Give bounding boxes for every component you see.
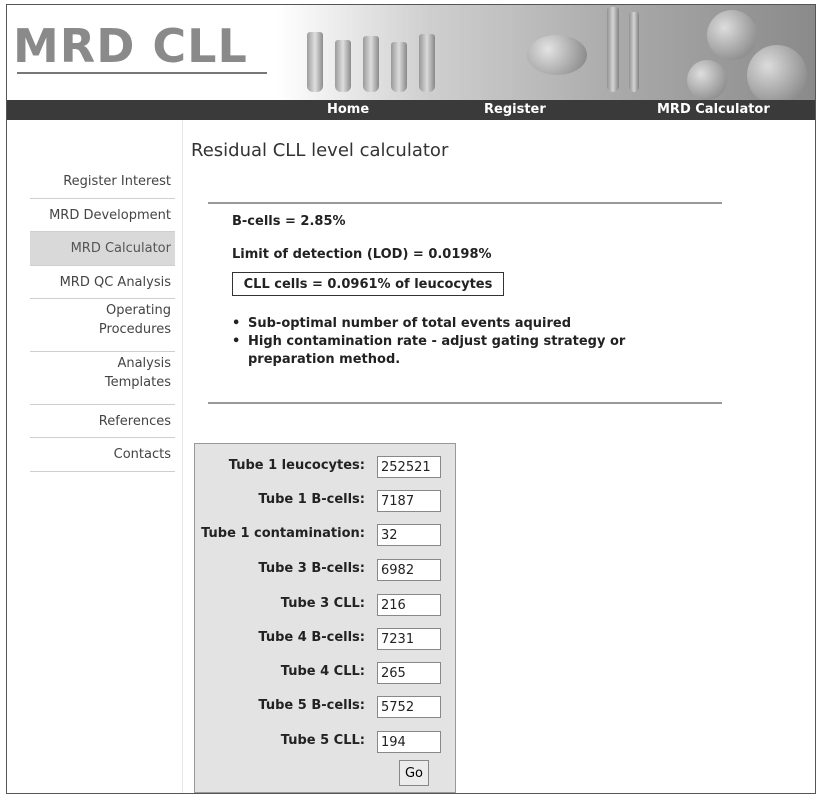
form-row-tube1-contamination: Tube 1 contamination: xyxy=(195,524,457,546)
results-bottom-rule xyxy=(208,402,722,404)
form-row-tube1-bcells: Tube 1 B-cells: xyxy=(195,490,457,512)
sidebar-item-references[interactable]: References xyxy=(30,405,175,438)
sidebar-item-label: Analysis Templates xyxy=(104,356,171,390)
tube5-bcells-input[interactable] xyxy=(377,696,441,718)
field-label: Tube 5 CLL: xyxy=(280,733,365,748)
tube1-leucocytes-input[interactable] xyxy=(377,456,441,478)
tube1-contamination-input[interactable] xyxy=(377,524,441,546)
nav-home[interactable]: Home xyxy=(327,101,369,119)
form-row-tube3-bcells: Tube 3 B-cells: xyxy=(195,559,457,581)
sidebar-item-register-interest[interactable]: Register Interest xyxy=(30,165,175,199)
cll-result-box: CLL cells = 0.0961% of leucocytes xyxy=(232,272,504,296)
lab-photo xyxy=(277,5,815,100)
sidebar-item-mrd-calculator[interactable]: MRD Calculator xyxy=(30,232,175,266)
top-navbar: Home Register MRD Calculator xyxy=(7,100,815,120)
form-row-tube5-cll: Tube 5 CLL: xyxy=(195,731,457,753)
field-label: Tube 3 CLL: xyxy=(280,596,365,611)
page-title: Residual CLL level calculator xyxy=(191,140,449,161)
sidebar-item-mrd-development[interactable]: MRD Development xyxy=(30,199,175,232)
bullet-icon: • xyxy=(232,334,241,349)
header-banner: MRD CLL xyxy=(7,5,815,100)
tube3-cll-input[interactable] xyxy=(377,594,441,616)
warning-item: • High contamination rate - adjust gatin… xyxy=(232,333,712,369)
bullet-icon: • xyxy=(232,316,241,331)
results-top-rule xyxy=(208,202,722,204)
field-label: Tube 1 B-cells: xyxy=(258,492,365,507)
go-button[interactable]: Go xyxy=(399,760,429,786)
tube3-bcells-input[interactable] xyxy=(377,559,441,581)
warning-item: • Sub-optimal number of total events aqu… xyxy=(232,315,712,333)
form-row-tube4-cll: Tube 4 CLL: xyxy=(195,662,457,684)
tube4-cll-input[interactable] xyxy=(377,662,441,684)
tube4-bcells-input[interactable] xyxy=(377,628,441,650)
form-row-tube3-cll: Tube 3 CLL: xyxy=(195,594,457,616)
logo-underline xyxy=(17,72,267,74)
form-row-tube4-bcells: Tube 4 B-cells: xyxy=(195,628,457,650)
sidebar-item-analysis-templates[interactable]: Analysis Templates xyxy=(30,352,175,405)
sidebar-item-mrd-qc-analysis[interactable]: MRD QC Analysis xyxy=(30,266,175,299)
sidebar: Register Interest MRD Development MRD Ca… xyxy=(30,165,175,472)
sidebar-item-contacts[interactable]: Contacts xyxy=(30,438,175,472)
field-label: Tube 3 B-cells: xyxy=(258,561,365,576)
sidebar-item-label: Operating Procedures xyxy=(98,303,171,337)
tube1-bcells-input[interactable] xyxy=(377,490,441,512)
field-label: Tube 1 contamination: xyxy=(201,526,365,541)
field-label: Tube 4 B-cells: xyxy=(258,630,365,645)
site-logo[interactable]: MRD CLL xyxy=(13,19,248,73)
field-label: Tube 1 leucocytes: xyxy=(228,458,365,473)
nav-mrd-calculator[interactable]: MRD Calculator xyxy=(657,101,770,119)
bcells-result: B-cells = 2.85% xyxy=(232,214,346,229)
warning-list: • Sub-optimal number of total events aqu… xyxy=(232,315,712,369)
field-label: Tube 5 B-cells: xyxy=(258,698,365,713)
sidebar-divider xyxy=(182,120,183,793)
lod-result: Limit of detection (LOD) = 0.0198% xyxy=(232,247,492,262)
field-label: Tube 4 CLL: xyxy=(280,664,365,679)
warning-text: Sub-optimal number of total events aquir… xyxy=(248,316,572,331)
warning-text: High contamination rate - adjust gating … xyxy=(248,334,626,367)
calculator-form: Tube 1 leucocytes: Tube 1 B-cells: Tube … xyxy=(194,443,456,793)
sidebar-item-operating-procedures[interactable]: Operating Procedures xyxy=(30,299,175,352)
tube5-cll-input[interactable] xyxy=(377,731,441,753)
form-row-tube5-bcells: Tube 5 B-cells: xyxy=(195,696,457,718)
form-row-tube1-leucocytes: Tube 1 leucocytes: xyxy=(195,456,457,478)
nav-register[interactable]: Register xyxy=(484,101,546,119)
